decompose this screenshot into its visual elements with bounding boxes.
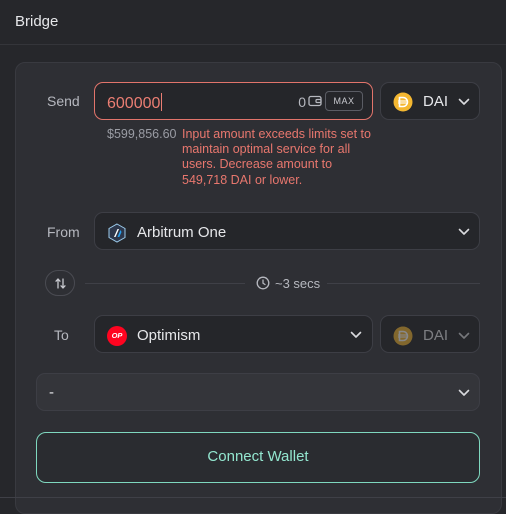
from-label: From [47, 224, 80, 240]
header: Bridge [0, 0, 506, 45]
wallet-icon [308, 95, 322, 107]
to-network-select[interactable]: OP Optimism [94, 315, 373, 353]
send-token-name: DAI [423, 93, 449, 110]
swap-icon [55, 278, 66, 289]
chevron-down-icon [350, 331, 362, 338]
divider-left [85, 283, 245, 284]
to-network-name: Optimism [137, 327, 201, 344]
route-select[interactable]: - [36, 373, 480, 411]
receive-token-select: DAI [380, 315, 480, 353]
dai-icon [393, 326, 413, 346]
chevron-down-icon [458, 332, 470, 339]
chevron-down-icon [458, 228, 470, 235]
page-title: Bridge [15, 13, 59, 30]
from-network-name: Arbitrum One [137, 224, 227, 241]
receive-token-name: DAI [423, 327, 449, 344]
clock-icon [256, 276, 270, 290]
to-label: To [54, 327, 69, 343]
connect-wallet-button[interactable]: Connect Wallet [36, 432, 480, 483]
amount-error-message: Input amount exceeds limits set to maint… [182, 127, 371, 187]
usd-value: $599,856.60 [107, 127, 177, 141]
divider [0, 497, 506, 498]
chevron-down-icon [458, 98, 470, 105]
amount-value: 600000 [107, 95, 161, 112]
send-label: Send [47, 93, 80, 109]
amount-input[interactable]: 600000 0 MAX [94, 82, 373, 120]
send-token-select[interactable]: DAI [380, 82, 480, 120]
text-caret [161, 93, 163, 111]
max-button[interactable]: MAX [325, 91, 363, 111]
arbitrum-icon [108, 223, 126, 243]
chevron-down-icon [458, 389, 470, 396]
swap-networks-button[interactable] [45, 270, 75, 296]
balance-value: 0 [298, 94, 306, 110]
optimism-icon: OP [107, 326, 127, 346]
estimated-time: ~3 secs [275, 276, 321, 291]
from-network-select[interactable]: Arbitrum One [94, 212, 480, 250]
dai-icon [393, 92, 413, 112]
divider-right [327, 283, 480, 284]
route-value: - [49, 384, 54, 401]
